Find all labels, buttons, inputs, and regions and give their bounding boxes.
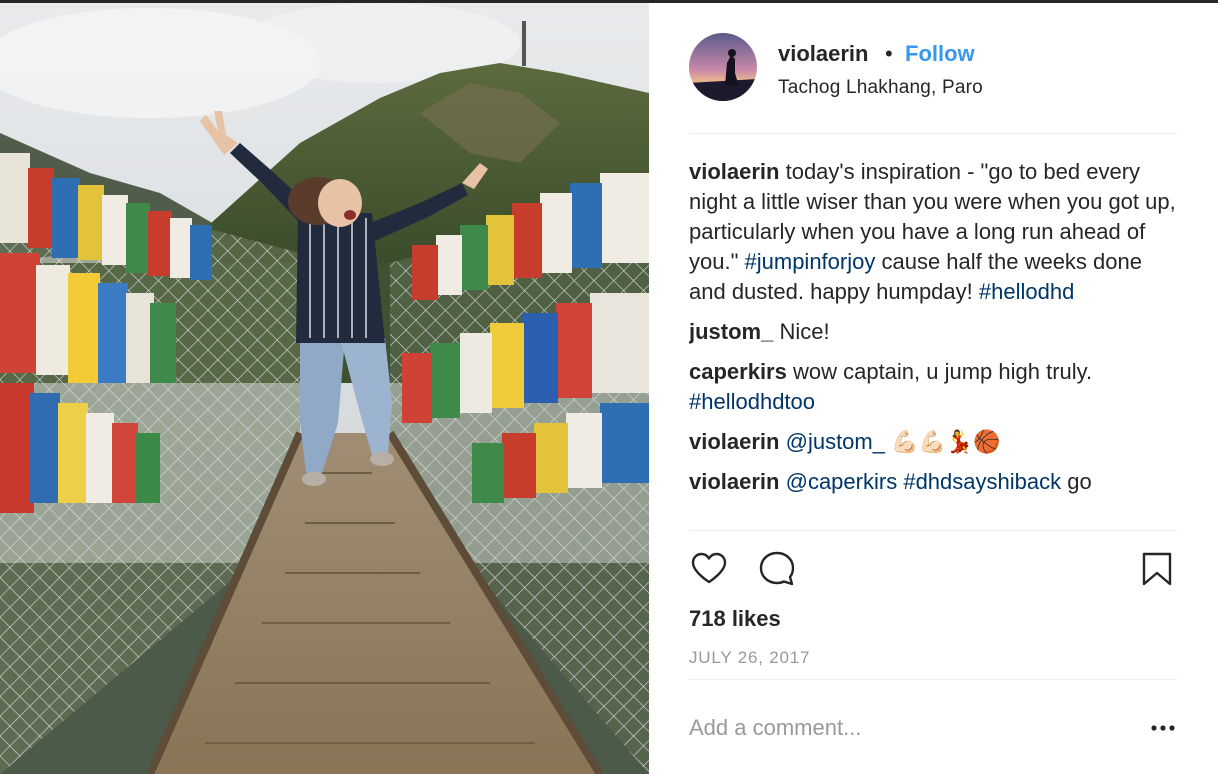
comment-username[interactable]: violaerin [689,159,779,184]
save-button[interactable] [1137,549,1177,589]
comment-item: violaerin today's inspiration - "go to b… [689,157,1177,307]
comment-text: go [1061,469,1092,494]
post-date[interactable]: JULY 26, 2017 [689,648,810,668]
post-author-username[interactable]: violaerin [778,41,868,67]
mention-link[interactable]: @justom_ [786,429,885,454]
comment-text: Nice! [773,319,830,344]
like-button[interactable] [689,549,729,589]
comment-item: justom_ Nice! [689,317,1177,347]
hashtag-link[interactable]: #dhdsayshiback [903,469,1061,494]
header-divider [689,133,1177,134]
comment-username[interactable]: justom_ [689,319,773,344]
comment-username[interactable]: caperkirs [689,359,787,384]
mention-link[interactable]: @caperkirs [786,469,898,494]
hashtag-link[interactable]: #hellodhd [979,279,1074,304]
hashtag-link[interactable]: #jumpinforjoy [745,249,876,274]
comment-item: caperkirs wow captain, u jump high truly… [689,357,1177,417]
avatar[interactable] [689,33,757,101]
comment-button[interactable] [757,549,797,589]
follow-button[interactable]: Follow [905,41,975,67]
add-comment-input[interactable] [689,713,1129,743]
speech-bubble-icon [759,551,795,586]
comments-divider [689,530,1177,531]
comment-username[interactable]: violaerin [689,469,779,494]
action-bar [689,549,1177,589]
separator-dot: • [885,41,893,66]
comment-text: 💪🏻💪🏻💃🏀 [884,429,1001,454]
heart-icon [691,552,727,584]
likes-count[interactable]: 718 likes [689,606,781,632]
post-photo[interactable] [0,3,649,774]
post-header: violaerin • Follow Tachog Lhakhang, Paro [689,33,1177,135]
hashtag-link[interactable]: #hellodhdtoo [689,389,815,414]
comments-list: violaerin today's inspiration - "go to b… [689,157,1177,529]
input-divider [689,679,1177,680]
comment-username[interactable]: violaerin [689,429,779,454]
comment-text: wow captain, u jump high truly. [786,359,1093,384]
post-location[interactable]: Tachog Lhakhang, Paro [778,77,983,99]
post-side-panel: violaerin • Follow Tachog Lhakhang, Paro… [649,3,1218,774]
comment-item: violaerin @justom_ 💪🏻💪🏻💃🏀 [689,427,1177,457]
ellipsis-icon[interactable] [1149,715,1181,741]
comment-item: violaerin @caperkirs #dhdsayshiback go [689,467,1177,497]
bookmark-icon [1142,552,1172,586]
